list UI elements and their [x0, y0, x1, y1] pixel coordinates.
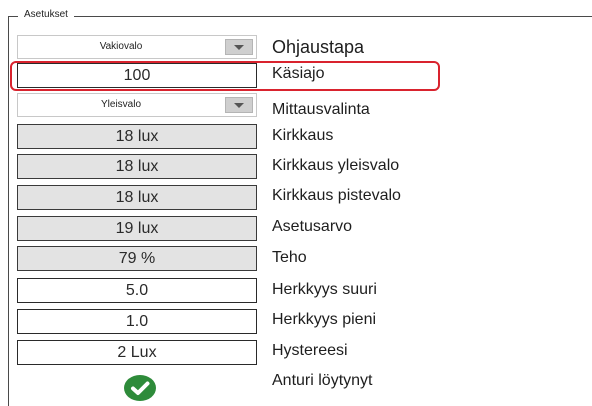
- teho-label: Teho: [272, 249, 307, 266]
- mittausvalinta-select-value: Yleisvalo: [100, 99, 142, 110]
- asetusarvo-value: 19 lux: [17, 216, 257, 241]
- kirkkaus-pistevalo-label: Kirkkaus pistevalo: [272, 187, 401, 204]
- kasiajo-label: Käsiajo: [272, 65, 325, 82]
- ohjaustapa-select[interactable]: Vakiovalo: [17, 35, 257, 59]
- settings-group-legend: Asetukset: [18, 9, 74, 20]
- mittausvalinta-label: Mittausvalinta: [272, 101, 370, 118]
- herkkyys-suuri-input[interactable]: 5.0: [17, 278, 257, 303]
- kasiajo-input[interactable]: 100: [17, 63, 257, 88]
- asetusarvo-label: Asetusarvo: [272, 218, 353, 235]
- herkkyys-suuri-label: Herkkyys suuri: [272, 281, 377, 298]
- ohjaustapa-select-value: Vakiovalo: [99, 41, 143, 52]
- kirkkaus-label: Kirkkaus: [272, 127, 334, 144]
- check-circle-icon: [124, 375, 156, 401]
- teho-value: 79 %: [17, 246, 257, 271]
- ohjaustapa-label: Ohjaustapa: [272, 37, 365, 57]
- hystereesi-label: Hystereesi: [272, 342, 348, 359]
- anturi-label: Anturi löytynyt: [272, 372, 373, 389]
- kirkkaus-value: 18 lux: [17, 124, 257, 149]
- kirkkaus-yleisvalo-value: 18 lux: [17, 154, 257, 179]
- herkkyys-pieni-label: Herkkyys pieni: [272, 311, 377, 328]
- hystereesi-input[interactable]: 2 Lux: [17, 340, 257, 365]
- kirkkaus-yleisvalo-label: Kirkkaus yleisvalo: [272, 157, 400, 174]
- kirkkaus-pistevalo-value: 18 lux: [17, 185, 257, 210]
- chevron-down-icon[interactable]: [225, 39, 253, 55]
- chevron-down-icon[interactable]: [225, 97, 253, 113]
- herkkyys-pieni-input[interactable]: 1.0: [17, 309, 257, 334]
- mittausvalinta-select[interactable]: Yleisvalo: [17, 93, 257, 117]
